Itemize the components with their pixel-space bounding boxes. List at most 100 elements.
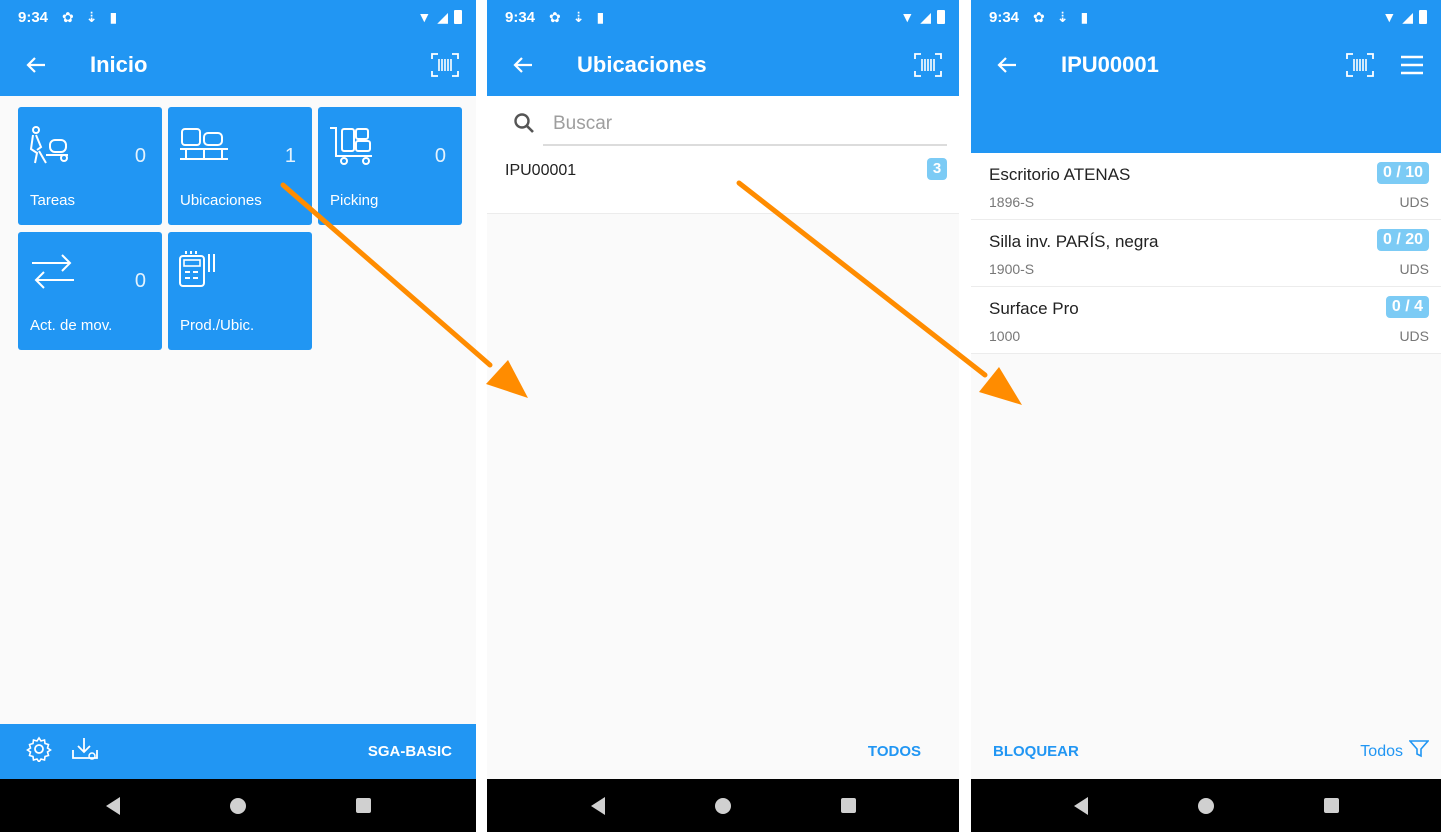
filter-icon [1408,740,1430,763]
tile-count: 0 [134,270,146,292]
nav-back-icon[interactable] [590,796,605,815]
list-item-location[interactable]: IPU00001 3 [487,150,959,214]
nav-back-icon[interactable] [1073,796,1088,815]
tile-prod-ubic[interactable]: Prod./Ubic. [168,232,312,350]
android-nav-bar [0,779,476,832]
calculator-barcode-icon [178,250,228,297]
nav-recents-icon[interactable] [840,798,856,813]
signal-status-icon: ◢ [437,8,448,25]
tile-picking[interactable]: 0 Picking [318,107,462,225]
android-nav-bar [971,779,1441,832]
status-bar: 9:34 ✿ ⇣ ▮ ▼ ◢ [0,0,476,34]
status-time: 9:34 [18,8,49,26]
nav-home-icon[interactable] [229,797,246,814]
screen-location-detail: 9:34 ✿ ⇣ ▮ ▼ ◢ IPU00001 Escritorio ATENA… [971,0,1441,832]
gear-icon[interactable] [26,736,52,767]
app-bar: IPU00001 [971,34,1441,96]
trolley-boxes-icon [328,125,378,172]
page-title: IPU00001 [1061,52,1159,77]
battery-status-icon [1419,10,1427,24]
quantity-badge: 0 / 4 [1385,296,1429,318]
product-unit: UDS [1399,328,1429,344]
list-item-product[interactable]: Escritorio ATENAS 1896-S 0 / 10 UDS [971,153,1441,220]
product-code: 1896-S [989,194,1035,210]
sd-card-status-icon: ▮ [109,8,118,25]
filter-label: Todos [1360,742,1403,760]
pallet-boxes-icon [178,125,230,172]
product-name: Surface Pro [989,299,1079,318]
search-input[interactable] [543,104,947,146]
status-bar: 9:34 ✿ ⇣ ▮ ▼ ◢ [971,0,1441,34]
settings-status-icon: ✿ [1033,8,1045,25]
screen-inicio: 9:34 ✿ ⇣ ▮ ▼ ◢ Inicio 0 Tareas 1 Ubicaci… [0,0,476,832]
settings-status-icon: ✿ [62,8,74,25]
barcode-scan-icon[interactable] [1345,52,1375,78]
tile-tareas[interactable]: 0 Tareas [18,107,162,225]
signal-status-icon: ◢ [1402,8,1413,25]
hamburger-menu-icon[interactable] [1399,54,1425,76]
nav-home-icon[interactable] [1197,797,1214,814]
screen-ubicaciones: 9:34 ✿ ⇣ ▮ ▼ ◢ Ubicaciones IPU00001 3 TO… [487,0,959,832]
tile-label: Picking [330,192,379,209]
mic-status-icon: ⇣ [85,8,98,25]
todos-button[interactable]: TODOS [868,743,921,760]
product-unit: UDS [1399,261,1429,277]
back-arrow-icon[interactable] [509,51,537,79]
wifi-status-icon: ▼ [1382,9,1397,25]
page-title: Inicio [90,52,148,77]
battery-status-icon [937,10,945,24]
list-empty-area [487,214,959,724]
barcode-scan-icon[interactable] [913,52,943,78]
filter-button[interactable]: Todos [1360,740,1430,763]
nav-recents-icon[interactable] [355,798,371,813]
tile-ubicaciones[interactable]: 1 Ubicaciones [168,107,312,225]
sd-card-status-icon: ▮ [596,8,605,25]
quantity-badge: 0 / 10 [1376,162,1429,184]
android-nav-bar [487,779,959,832]
app-edition-label: SGA-BASIC [367,743,452,760]
footer-bar: SGA-BASIC [0,724,476,779]
download-icon[interactable] [70,736,100,767]
wifi-status-icon: ▼ [417,9,432,25]
wifi-status-icon: ▼ [900,9,915,25]
quantity-badge: 0 / 20 [1376,229,1429,251]
back-arrow-icon[interactable] [993,51,1021,79]
bloquear-button[interactable]: BLOQUEAR [993,743,1079,760]
settings-status-icon: ✿ [549,8,561,25]
tile-label: Tareas [30,192,76,209]
search-icon [513,112,535,139]
signal-status-icon: ◢ [920,8,931,25]
list-item-product[interactable]: Surface Pro 1000 0 / 4 UDS [971,287,1441,354]
nav-home-icon[interactable] [714,797,731,814]
nav-recents-icon[interactable] [1323,798,1339,813]
page-title: Ubicaciones [577,52,707,77]
footer-bar: TODOS [487,724,959,779]
product-list: Escritorio ATENAS 1896-S 0 / 10 UDS Sill… [971,153,1441,354]
search-bar [487,96,959,150]
worker-cart-icon [28,125,74,172]
mic-status-icon: ⇣ [1056,8,1069,25]
app-bar: Ubicaciones [487,34,959,96]
tile-label: Prod./Ubic. [180,317,255,334]
product-unit: UDS [1399,194,1429,210]
list-item-product[interactable]: Silla inv. PARÍS, negra 1900-S 0 / 20 UD… [971,220,1441,287]
product-code: 1900-S [989,261,1035,277]
tile-count: 0 [134,145,146,167]
sub-header [971,96,1441,153]
status-time: 9:34 [989,8,1020,26]
sd-card-status-icon: ▮ [1080,8,1089,25]
tile-count: 1 [284,145,296,167]
back-arrow-icon[interactable] [22,51,50,79]
location-code: IPU00001 [505,162,577,179]
tile-act-de-mov[interactable]: 0 Act. de mov. [18,232,162,350]
status-time: 9:34 [505,8,536,26]
product-name: Silla inv. PARÍS, negra [989,232,1159,251]
battery-status-icon [454,10,462,24]
app-bar: Inicio [0,34,476,96]
barcode-scan-icon[interactable] [430,52,460,78]
tile-label: Act. de mov. [30,317,113,334]
product-code: 1000 [989,328,1021,344]
tile-count: 0 [434,145,446,167]
nav-back-icon[interactable] [105,796,120,815]
count-badge: 3 [927,158,947,180]
